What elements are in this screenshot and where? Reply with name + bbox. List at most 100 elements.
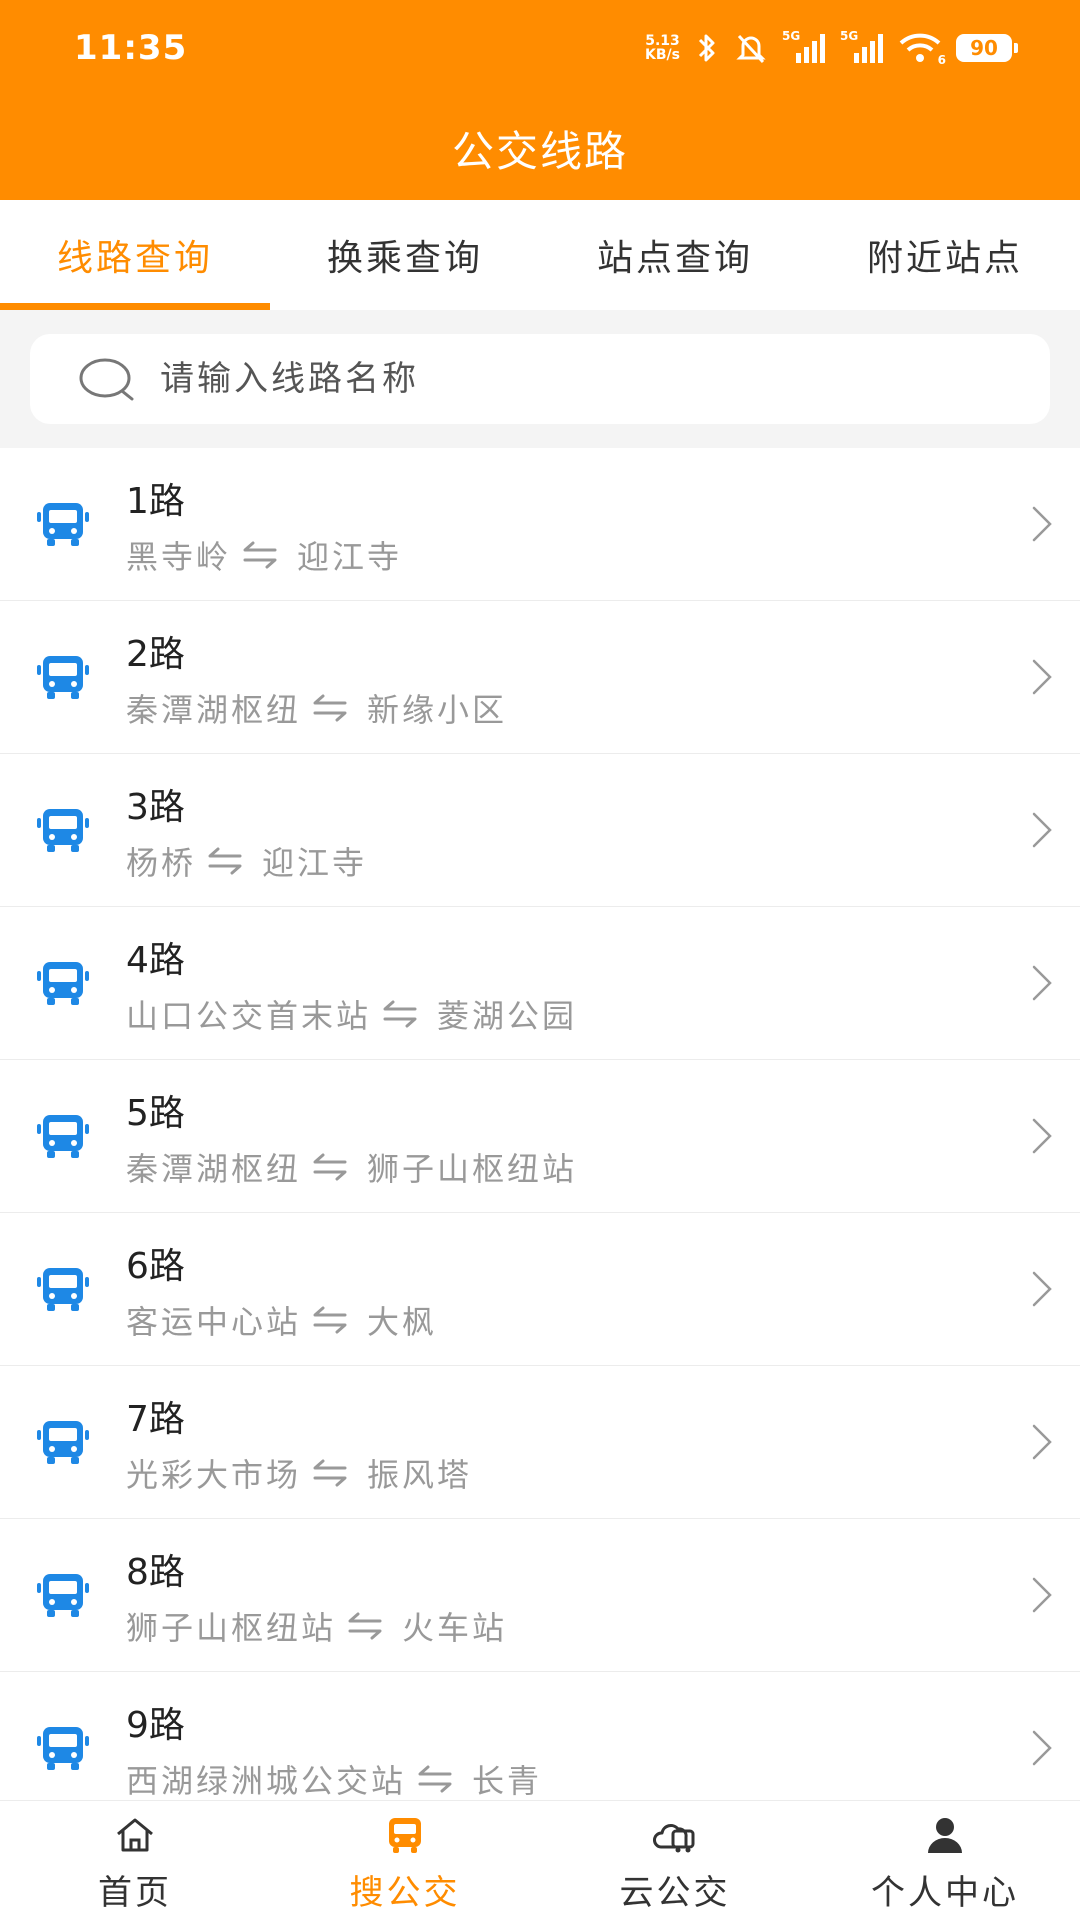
route-item[interactable]: 6路 客运中心站 大枫 [0, 1213, 1080, 1366]
signal-bars-icon [796, 34, 825, 63]
route-to: 大枫 [367, 1303, 438, 1341]
route-to: 火车站 [402, 1609, 508, 1647]
nav-search-bus[interactable]: 搜公交 [270, 1801, 540, 1921]
route-item[interactable]: 3路 杨桥 迎江寺 [0, 754, 1080, 907]
route-name: 4路 [126, 940, 185, 981]
wifi-icon [899, 33, 941, 62]
route-name: 5路 [126, 1093, 185, 1134]
status-icons: 5.13 KB/s 5G 5G 6 90 [645, 28, 1018, 68]
bus-icon [37, 1268, 89, 1311]
chevron-right-icon [1032, 1730, 1052, 1766]
search-icon [79, 358, 134, 401]
bus-icon [37, 962, 89, 1005]
route-list: 1路 黑寺岭 迎江寺 2路 秦潭湖枢纽 新缘小区 3路 杨桥 迎江寺 4路 山口… [0, 448, 1080, 1825]
signal-1: 5G [782, 29, 826, 65]
route-to: 长青 [472, 1762, 543, 1800]
route-item[interactable]: 2路 秦潭湖枢纽 新缘小区 [0, 601, 1080, 754]
tab-nearby-stops[interactable]: 附近站点 [810, 200, 1080, 310]
bus-icon [37, 503, 89, 546]
swap-arrows-icon [313, 1306, 347, 1334]
chevron-right-icon [1032, 1118, 1052, 1154]
route-to: 菱湖公园 [437, 997, 578, 1035]
chevron-right-icon [1032, 659, 1052, 695]
chevron-right-icon [1032, 1271, 1052, 1307]
bus-icon [37, 809, 89, 852]
route-item[interactable]: 8路 狮子山枢纽站 火车站 [0, 1519, 1080, 1672]
route-from: 秦潭湖枢纽 [126, 691, 302, 729]
swap-arrows-icon [418, 1765, 452, 1793]
wifi-sub-label: 6 [937, 53, 946, 67]
cloud-bus-icon [653, 1824, 695, 1853]
home-icon [117, 1818, 153, 1852]
tab-bar: 线路查询 换乘查询 站点查询 附近站点 [0, 200, 1080, 310]
swap-arrows-icon [348, 1612, 382, 1640]
network-speed: 5.13 KB/s [645, 34, 680, 62]
route-item[interactable]: 7路 光彩大市场 振风塔 [0, 1366, 1080, 1519]
route-to: 迎江寺 [297, 538, 403, 576]
route-name: 7路 [126, 1399, 185, 1440]
search-box[interactable] [30, 334, 1050, 424]
bus-icon [37, 1115, 89, 1158]
route-from: 山口公交首末站 [126, 997, 372, 1035]
chevron-right-icon [1032, 1577, 1052, 1613]
battery-indicator: 90 [956, 34, 1018, 62]
route-to: 新缘小区 [367, 691, 508, 729]
tab-stop-search[interactable]: 站点查询 [540, 200, 810, 310]
route-to: 狮子山枢纽站 [367, 1150, 578, 1188]
tab-route-search[interactable]: 线路查询 [0, 200, 270, 310]
tab-transfer-search[interactable]: 换乘查询 [270, 200, 540, 310]
route-endpoints: 杨桥 迎江寺 [126, 838, 367, 884]
swap-arrows-icon [313, 694, 347, 722]
route-to: 振风塔 [367, 1456, 473, 1494]
route-endpoints: 山口公交首末站 菱湖公园 [126, 991, 577, 1037]
bell-muted-icon [736, 34, 766, 64]
network-speed-unit: KB/s [645, 47, 680, 63]
route-item[interactable]: 5路 秦潭湖枢纽 狮子山枢纽站 [0, 1060, 1080, 1213]
search-input[interactable] [158, 358, 962, 400]
route-name: 1路 [126, 481, 185, 522]
nav-home[interactable]: 首页 [0, 1801, 270, 1921]
route-from: 西湖绿洲城公交站 [126, 1762, 407, 1800]
nav-profile-label: 个人中心 [871, 1873, 1019, 1913]
nav-search-bus-label: 搜公交 [349, 1873, 461, 1913]
route-item[interactable]: 4路 山口公交首末站 菱湖公园 [0, 907, 1080, 1060]
bus-icon [389, 1818, 421, 1853]
swap-arrows-icon [313, 1459, 347, 1487]
app-header: 11:35 5.13 KB/s 5G 5G 6 90 公交线路 [0, 0, 1080, 200]
nav-cloud-bus[interactable]: 云公交 [540, 1801, 810, 1921]
route-from: 黑寺岭 [126, 538, 232, 576]
route-name: 9路 [126, 1705, 185, 1746]
route-endpoints: 狮子山枢纽站 火车站 [126, 1603, 507, 1649]
route-endpoints: 黑寺岭 迎江寺 [126, 532, 402, 578]
chevron-right-icon [1032, 965, 1052, 1001]
route-from: 客运中心站 [126, 1303, 302, 1341]
route-from: 杨桥 [126, 844, 197, 882]
route-from: 秦潭湖枢纽 [126, 1150, 302, 1188]
swap-arrows-icon [383, 1000, 417, 1028]
route-name: 6路 [126, 1246, 185, 1287]
route-from: 狮子山枢纽站 [126, 1609, 337, 1647]
swap-arrows-icon [208, 847, 242, 875]
route-endpoints: 西湖绿洲城公交站 长青 [126, 1756, 542, 1802]
signal-2: 5G [840, 29, 884, 65]
bus-icon [37, 1574, 89, 1617]
user-icon [928, 1818, 962, 1853]
bottom-nav: 首页 搜公交 云公交 个人中心 [0, 1800, 1080, 1921]
bus-icon [37, 1727, 89, 1770]
bluetooth-icon [698, 34, 715, 62]
search-section [0, 310, 1080, 448]
route-item[interactable]: 1路 黑寺岭 迎江寺 [0, 448, 1080, 601]
route-endpoints: 秦潭湖枢纽 新缘小区 [126, 685, 507, 731]
status-time: 11:35 [74, 28, 188, 68]
wifi-status: 6 [898, 31, 946, 67]
chevron-right-icon [1032, 506, 1052, 542]
bus-icon [37, 656, 89, 699]
status-bar: 11:35 5.13 KB/s 5G 5G 6 90 [0, 0, 1080, 100]
bus-icon [37, 1421, 89, 1464]
route-from: 光彩大市场 [126, 1456, 302, 1494]
swap-arrows-icon [313, 1153, 347, 1181]
route-endpoints: 客运中心站 大枫 [126, 1297, 437, 1343]
route-name: 2路 [126, 634, 185, 675]
route-endpoints: 秦潭湖枢纽 狮子山枢纽站 [126, 1144, 577, 1190]
nav-profile[interactable]: 个人中心 [810, 1801, 1080, 1921]
